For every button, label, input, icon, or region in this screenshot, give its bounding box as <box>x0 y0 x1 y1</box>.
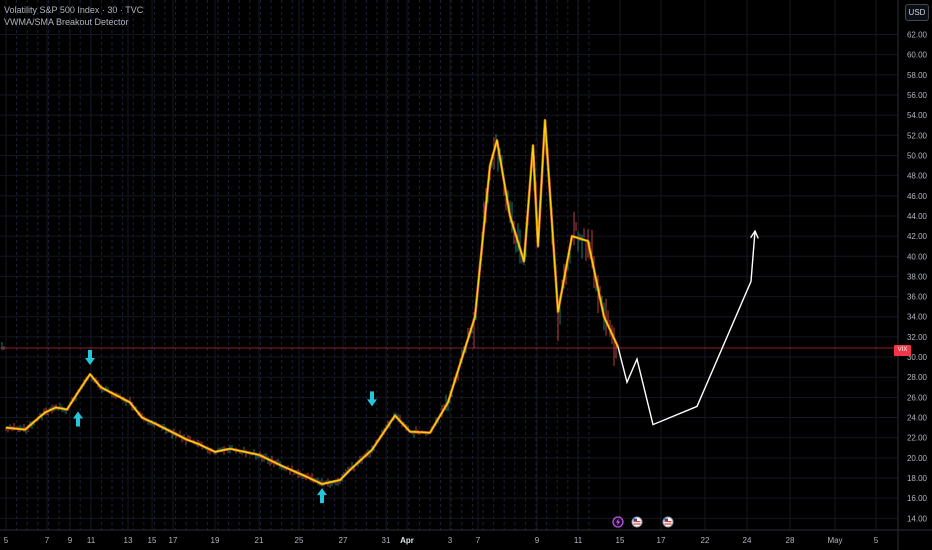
y-tick-label: 24.00 <box>907 414 928 423</box>
flag-stripe <box>633 523 641 525</box>
flag-stripe <box>664 523 672 525</box>
y-tick-label: 14.00 <box>907 514 928 523</box>
y-tick-label: 34.00 <box>907 313 928 322</box>
x-tick-label: 27 <box>339 536 348 545</box>
y-tick-label: 48.00 <box>907 172 928 181</box>
y-tick-label: 32.00 <box>907 333 928 342</box>
y-tick-label: 36.00 <box>907 293 928 302</box>
currency-button[interactable]: USD <box>905 4 929 21</box>
indicator-label[interactable]: VWMA/SMA Breakout Detector <box>4 17 129 27</box>
x-tick-label: 15 <box>616 536 625 545</box>
x-tick-label: 7 <box>476 536 481 545</box>
x-tick-label: 15 <box>148 536 157 545</box>
x-tick-label: 17 <box>657 536 666 545</box>
last-price-symbol-label: VIX <box>894 345 911 356</box>
y-tick-label: 28.00 <box>907 373 928 382</box>
y-tick-label: 50.00 <box>907 151 928 160</box>
x-tick-label: 11 <box>574 536 583 545</box>
y-tick-label: 26.00 <box>907 393 928 402</box>
chart-title[interactable]: Volatility S&P 500 Index · 30 · TVC <box>4 5 143 15</box>
x-tick-label: 3 <box>448 536 453 545</box>
x-tick-label: 5 <box>4 536 9 545</box>
x-tick-label: 13 <box>124 536 133 545</box>
x-tick-label: 9 <box>535 536 540 545</box>
y-tick-label: 56.00 <box>907 91 928 100</box>
x-tick-label: 21 <box>255 536 264 545</box>
y-tick-label: 52.00 <box>907 131 928 140</box>
y-tick-label: 60.00 <box>907 51 928 60</box>
y-tick-label: 58.00 <box>907 71 928 80</box>
y-tick-label: 40.00 <box>907 252 928 261</box>
x-tick-label: 17 <box>169 536 178 545</box>
x-tick-label: 22 <box>701 536 710 545</box>
x-tick-label: 24 <box>743 536 752 545</box>
us-flag-icon <box>662 516 674 528</box>
x-tick-label: May <box>827 536 842 545</box>
y-tick-label: 16.00 <box>907 494 928 503</box>
x-tick-label: Apr <box>400 536 414 545</box>
x-tick-label: 28 <box>786 536 795 545</box>
y-tick-label: 18.00 <box>907 474 928 483</box>
earnings-icon <box>612 516 624 528</box>
y-tick-label: 22.00 <box>907 434 928 443</box>
price-chart[interactable]: 14.00 16.00 18.00 20.00 22.00 24.00 26.00 28.00… <box>0 0 932 550</box>
x-tick-label: 7 <box>45 536 50 545</box>
y-tick-label: 20.00 <box>907 454 928 463</box>
x-tick-label: 25 <box>295 536 304 545</box>
flag-stripe <box>664 521 672 523</box>
y-tick-label: 42.00 <box>907 232 928 241</box>
flag-canton <box>633 518 637 521</box>
y-tick-label: 44.00 <box>907 212 928 221</box>
y-tick-label: 54.00 <box>907 111 928 120</box>
x-tick-label: 11 <box>87 536 96 545</box>
flag-stripe <box>633 521 641 523</box>
us-flag-icon <box>631 516 643 528</box>
x-tick-label: 31 <box>382 536 391 545</box>
y-tick-label: 46.00 <box>907 192 928 201</box>
flag-canton <box>664 518 668 521</box>
y-tick-label: 62.00 <box>907 31 928 40</box>
x-tick-label: 9 <box>68 536 73 545</box>
x-tick-label: 5 <box>874 536 879 545</box>
chart-background <box>0 0 932 550</box>
y-tick-label: 38.00 <box>907 272 928 281</box>
x-tick-label: 19 <box>211 536 220 545</box>
